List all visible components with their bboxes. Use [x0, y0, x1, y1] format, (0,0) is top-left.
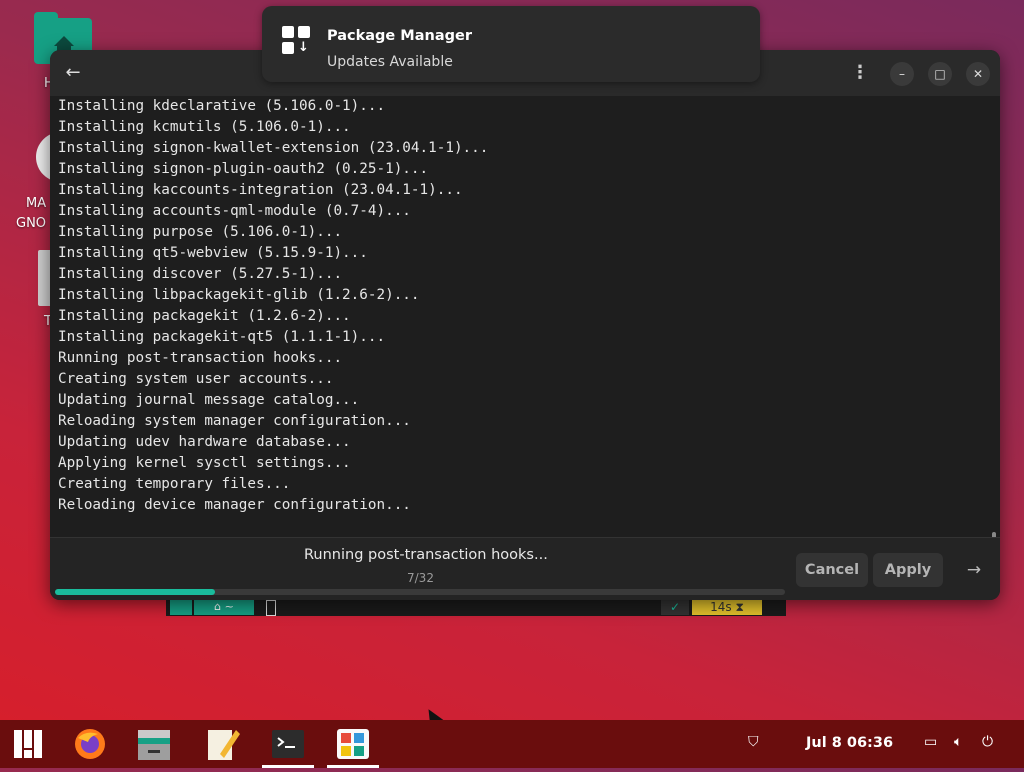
log-line: Installing discover (5.27.5-1)... — [58, 266, 343, 282]
apply-button[interactable]: Apply — [873, 553, 943, 587]
maximize-button[interactable]: □ — [928, 62, 952, 86]
log-line: Installing kdeclarative (5.106.0-1)... — [58, 98, 386, 114]
prompt-directory: ⌂ ~ — [194, 599, 254, 615]
log-line: Installing packagekit-qt5 (1.1.1-1)... — [58, 329, 386, 345]
next-arrow-icon[interactable]: → — [962, 558, 986, 582]
log-line: Installing kcmutils (5.106.0-1)... — [58, 119, 351, 135]
log-line: Reloading device manager configuration..… — [58, 497, 411, 513]
menu-button[interactable]: ⋮ — [850, 62, 870, 84]
log-line: Installing signon-plugin-oauth2 (0.25-1)… — [58, 161, 429, 177]
transaction-footer: Running post-transaction hooks... 7/32 C… — [50, 537, 1000, 600]
log-line: Reloading system manager configuration..… — [58, 413, 411, 429]
log-line: Installing purpose (5.106.0-1)... — [58, 224, 343, 240]
progress-count: 7/32 — [407, 571, 434, 585]
network-icon[interactable]: ▭ — [924, 734, 937, 750]
log-line: Installing signon-kwallet-extension (23.… — [58, 140, 489, 156]
log-line: Running post-transaction hooks... — [58, 350, 343, 366]
notification-subtitle: Updates Available — [327, 54, 453, 70]
log-line: Installing qt5-webview (5.15.9-1)... — [58, 245, 368, 261]
terminal-icon[interactable] — [258, 720, 318, 768]
elapsed-text: 14s — [710, 600, 732, 614]
log-line: Updating udev hardware database... — [58, 434, 351, 450]
text-editor-icon[interactable] — [192, 720, 252, 768]
log-line: Installing libpackagekit-glib (1.2.6-2).… — [58, 287, 420, 303]
transaction-log[interactable]: Installing kdeclarative (5.106.0-1)... I… — [50, 96, 1000, 572]
close-button[interactable]: ✕ — [966, 62, 990, 86]
minimize-button[interactable]: – — [890, 62, 914, 86]
cancel-button[interactable]: Cancel — [796, 553, 868, 587]
manjaro-logo-icon — [170, 599, 192, 615]
package-manager-window: ← ⋮ – □ ✕ Installing kdeclarative (5.106… — [50, 50, 1000, 600]
package-manager-taskbar-icon[interactable] — [323, 720, 383, 768]
manjaro-menu-button[interactable] — [0, 720, 60, 768]
prompt-elapsed: 14s ⧗ — [692, 599, 762, 615]
log-line: Creating temporary files... — [58, 476, 291, 492]
manjaro-gnome-label-1: MA — [26, 196, 47, 211]
firefox-icon[interactable] — [60, 720, 120, 768]
log-line: Updating journal message catalog... — [58, 392, 360, 408]
log-line: Applying kernel sysctl settings... — [58, 455, 351, 471]
log-line: Creating system user accounts... — [58, 371, 334, 387]
log-line: Installing kaccounts-integration (23.04.… — [58, 182, 463, 198]
progress-bar-fill — [55, 589, 215, 595]
text-cursor — [266, 600, 276, 616]
log-line: Installing packagekit (1.2.6-2)... — [58, 308, 351, 324]
manjaro-gnome-label-2: GNO — [16, 216, 47, 231]
check-icon: ✓ — [661, 599, 689, 615]
package-manager-icon: ↓ — [282, 26, 312, 56]
power-icon[interactable]: ⏻ — [982, 734, 993, 750]
terminal-prompt-bar: ⌂ ~ ✓ 14s ⧗ — [166, 598, 786, 616]
progress-bar — [55, 589, 785, 595]
volume-icon[interactable]: 🔈︎ — [954, 734, 962, 750]
status-text: Running post-transaction hooks... — [304, 547, 548, 563]
log-line: Installing accounts-qml-module (0.7-4)..… — [58, 203, 411, 219]
shield-icon[interactable]: ⛉ — [748, 734, 759, 750]
clock[interactable]: Jul 8 06:36 — [806, 735, 893, 751]
files-icon[interactable] — [124, 720, 184, 768]
notification-banner[interactable]: ↓ Package Manager Updates Available — [262, 6, 760, 82]
back-button[interactable]: ← — [62, 62, 84, 84]
taskbar: ⛉ Jul 8 06:36 ▭ 🔈︎ ⏻ — [0, 720, 1024, 768]
prompt-dir-text: ~ — [224, 600, 234, 613]
notification-title: Package Manager — [327, 28, 472, 44]
